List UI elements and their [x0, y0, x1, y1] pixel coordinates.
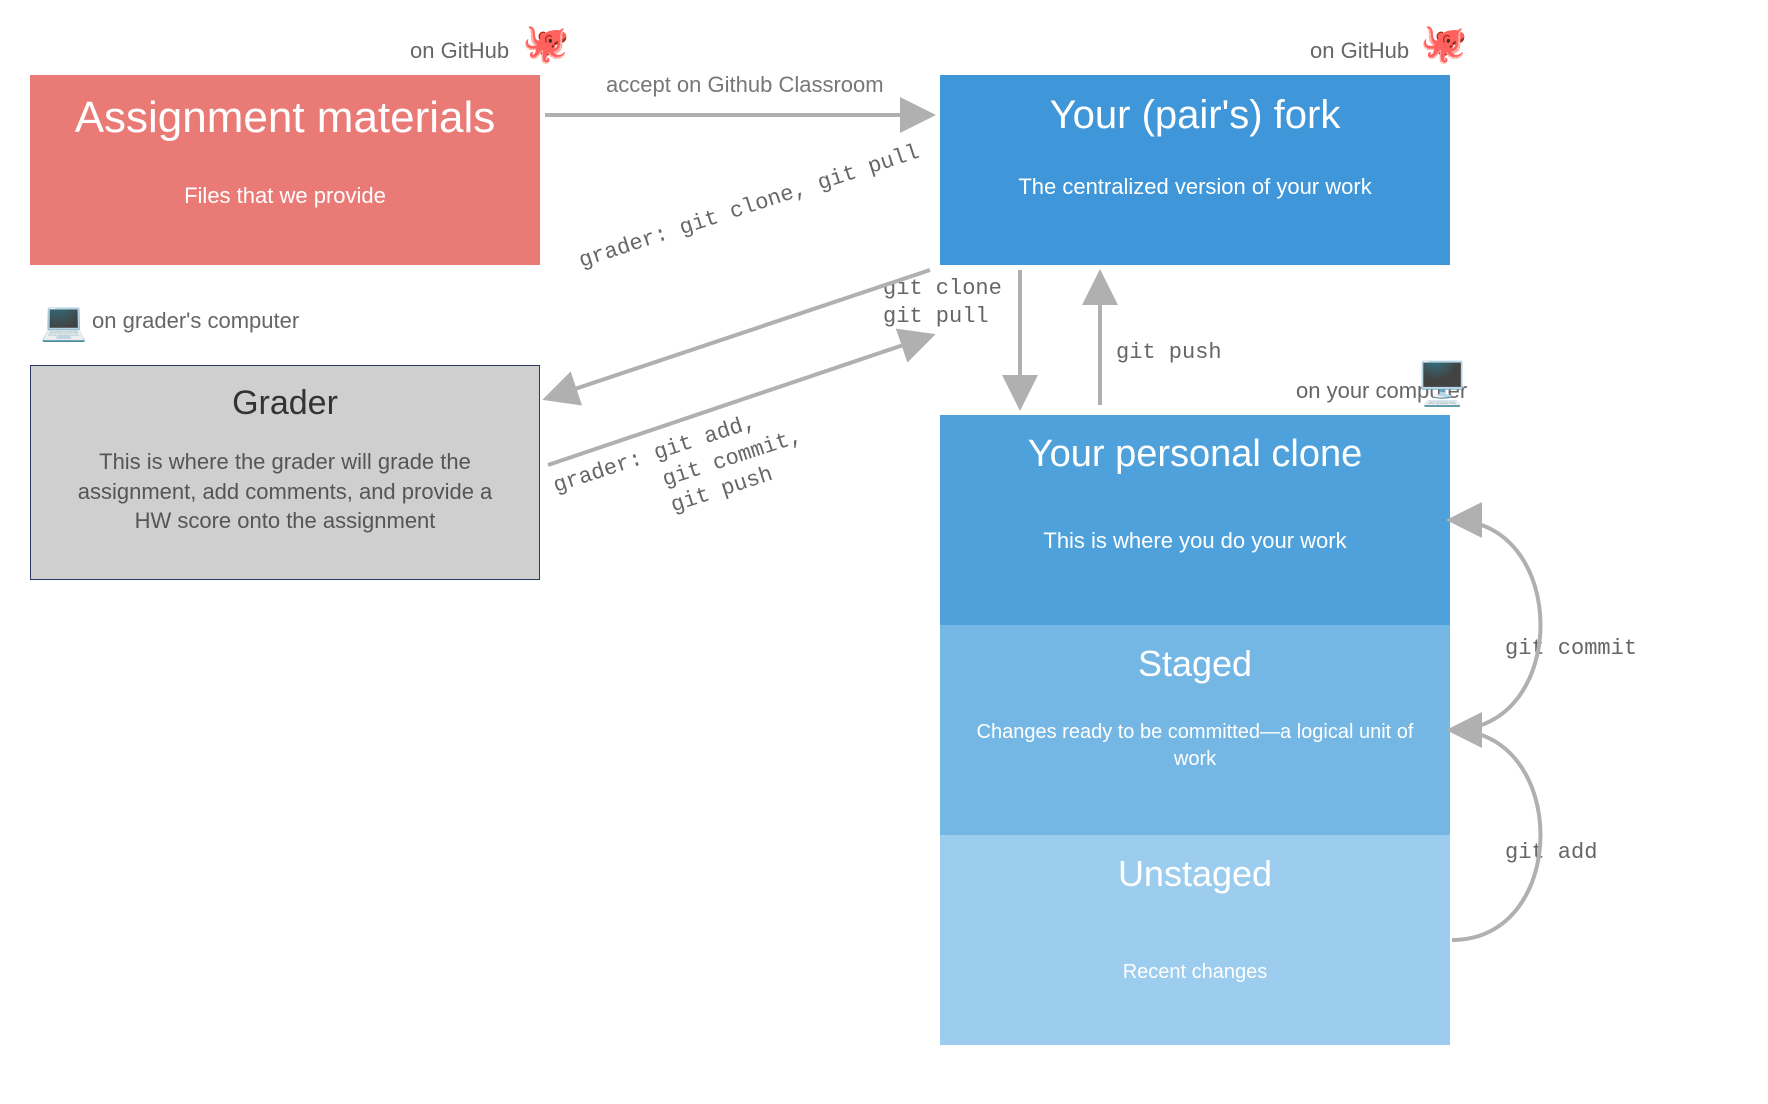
box-title: Grader: [31, 366, 539, 433]
edge-label-grader-clone-pull: grader: git clone, git pull: [576, 140, 923, 274]
edge-label-accept-classroom: accept on Github Classroom: [606, 72, 884, 98]
edge-label-git-commit: git commit: [1505, 636, 1637, 661]
box-title: Unstaged: [940, 835, 1450, 905]
arrow-git-add: [1452, 730, 1541, 940]
edge-label-git-push: git push: [1116, 340, 1222, 365]
github-octocat-icon: 🐙: [1420, 22, 1467, 66]
caption-assignment-on-github: on GitHub: [410, 38, 509, 64]
github-octocat-icon: 🐙: [522, 22, 569, 66]
box-personal-clone: Your personal clone This is where you do…: [940, 415, 1450, 625]
edge-label-git-clone-pull: git clone git pull: [883, 275, 1002, 330]
box-title: Your personal clone: [940, 415, 1450, 486]
edge-label-git-add: git add: [1505, 840, 1597, 865]
diagram-canvas: { "captions":{ "assign_github":"on GitHu…: [0, 0, 1768, 1104]
box-subtitle: Files that we provide: [30, 153, 540, 229]
box-subtitle: Recent changes: [940, 905, 1450, 1004]
arrow-git-commit: [1452, 520, 1541, 730]
caption-on-graders-computer: on grader's computer: [92, 308, 299, 334]
arrow-grader-pull: [548, 270, 930, 398]
box-subtitle: This is where the grader will grade the …: [31, 433, 539, 556]
box-title: Assignment materials: [30, 75, 540, 153]
laptop-icon: 💻: [40, 300, 87, 344]
box-staged: Staged Changes ready to be committed—a l…: [940, 625, 1450, 835]
box-unstaged: Unstaged Recent changes: [940, 835, 1450, 1045]
box-title: Staged: [940, 625, 1450, 695]
box-subtitle: Changes ready to be committed—a logical …: [940, 695, 1450, 793]
desktop-icon: 🖥️: [1416, 360, 1468, 409]
caption-fork-on-github: on GitHub: [1310, 38, 1409, 64]
box-your-fork: Your (pair's) fork The centralized versi…: [940, 75, 1450, 265]
box-subtitle: This is where you do your work: [940, 486, 1450, 574]
box-title: Your (pair's) fork: [940, 75, 1450, 148]
box-assignment-materials: Assignment materials Files that we provi…: [30, 75, 540, 265]
edge-label-grader-add-commit-push: grader: git add, git commit, git push: [550, 396, 814, 552]
box-subtitle: The centralized version of your work: [940, 148, 1450, 220]
box-grader: Grader This is where the grader will gra…: [30, 365, 540, 580]
